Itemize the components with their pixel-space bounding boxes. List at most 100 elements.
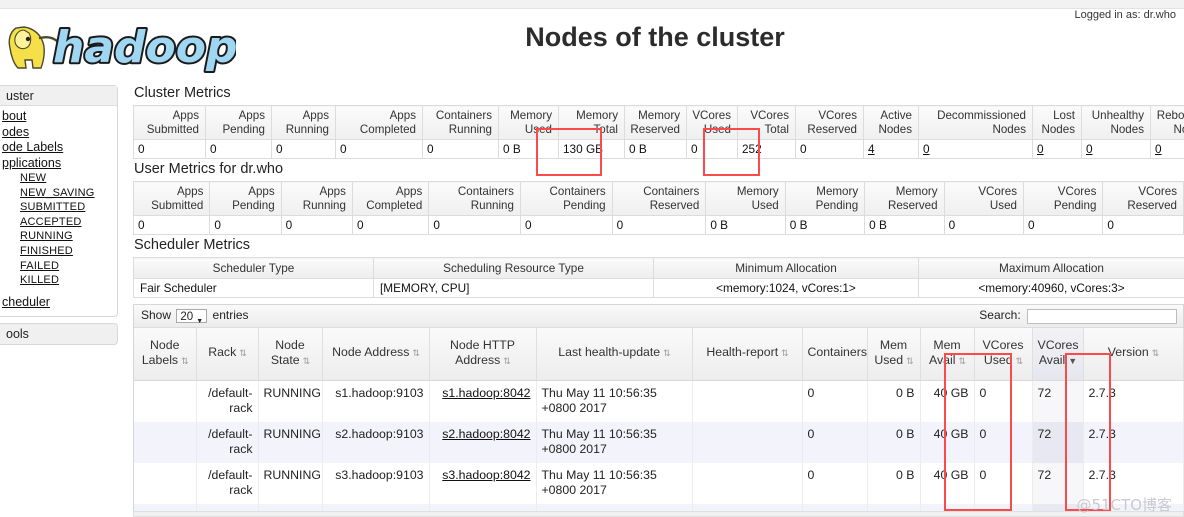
sidebar-item-nodes[interactable]: odes	[0, 125, 117, 141]
col-um-apps-pending[interactable]: Apps Pending	[209, 181, 282, 217]
sort-icon: ⇅	[663, 348, 671, 359]
val-unhealthy-nodes[interactable]: 0	[1081, 139, 1151, 160]
sidebar-item-about[interactable]: bout	[0, 109, 117, 125]
col-vcores-reserved[interactable]: VCores Reserved	[795, 104, 864, 141]
col-last-health-update[interactable]: Last health-update ⇅	[536, 328, 693, 381]
top-strip	[0, 0, 1184, 9]
page-size-value: 20	[180, 311, 194, 324]
sidebar-state-new-saving[interactable]: NEW_SAVING	[18, 186, 117, 201]
col-node-http-address[interactable]: Node HTTP Address ⇅	[429, 328, 537, 381]
col-containers-running[interactable]: Containers Running	[422, 104, 499, 141]
col-um-apps-completed[interactable]: Apps Completed	[351, 181, 430, 217]
col-rebooted-nodes[interactable]: Rebooted Nodes	[1150, 104, 1184, 141]
table-row[interactable]: /default-rack RUNNING s2.hadoop:9103 s2.…	[134, 421, 1184, 463]
hadoop-wordmark: hadoop hadoop	[51, 20, 239, 75]
col-um-vcores-used[interactable]: VCores Used	[943, 181, 1025, 217]
val-um-apps-running: 0	[280, 215, 353, 236]
col-vcores-avail[interactable]: VCores Avail ▼	[1032, 328, 1084, 381]
col-node-state[interactable]: Node State ⇅	[258, 328, 323, 381]
col-mem-used[interactable]: Mem Used ⇅	[867, 328, 921, 381]
col-apps-submitted[interactable]: Apps Submitted	[133, 104, 206, 141]
cell-node-http-address[interactable]: s2.hadoop:8042	[429, 421, 537, 463]
col-version[interactable]: Version ⇅	[1083, 328, 1184, 381]
col-um-apps-submitted[interactable]: Apps Submitted	[132, 181, 211, 217]
page-size-select[interactable]: 20 ▼	[176, 309, 208, 325]
col-lost-nodes[interactable]: Lost Nodes	[1032, 104, 1082, 141]
sidebar-state-running[interactable]: RUNNING	[18, 229, 117, 244]
sort-icon: ⇅	[239, 348, 247, 359]
col-containers[interactable]: Containers⇅	[802, 328, 877, 381]
col-vcores-used[interactable]: VCores Used ⇅	[974, 328, 1033, 381]
sidebar-item-node-labels[interactable]: ode Labels	[0, 140, 117, 156]
col-maximum-allocation: Maximum Allocation	[918, 257, 1184, 280]
col-mem-avail[interactable]: Mem Avail ⇅	[920, 328, 975, 381]
val-um-apps-pending: 0	[209, 215, 282, 236]
col-memory-total[interactable]: Memory Total	[558, 104, 625, 141]
col-node-labels[interactable]: Node Labels ⇅	[134, 328, 197, 381]
cell-node-http-address[interactable]: s1.hadoop:8042	[429, 380, 537, 422]
cell-node-http-address[interactable]: s3.hadoop:8042	[429, 462, 537, 504]
col-um-memory-used[interactable]: Memory Used	[705, 181, 786, 217]
sidebar-state-killed[interactable]: KILLED	[18, 273, 117, 288]
col-memory-used[interactable]: Memory Used	[498, 104, 559, 141]
sidebar-state-finished[interactable]: FINISHED	[18, 244, 117, 259]
cell-version: 2.7.3	[1083, 421, 1184, 463]
val-um-memory-reserved: 0 B	[864, 215, 945, 236]
col-um-vcores-pending[interactable]: VCores Pending	[1022, 181, 1104, 217]
cell-health-report	[692, 462, 803, 504]
val-minimum-allocation: <memory:1024, vCores:1>	[653, 278, 919, 299]
cell-mem-used: 0 B	[867, 421, 921, 463]
col-decommissioned-nodes[interactable]: Decommissioned Nodes	[918, 104, 1033, 141]
sidebar-item-scheduler[interactable]: cheduler	[0, 295, 117, 311]
col-um-vcores-reserved[interactable]: VCores Reserved	[1102, 181, 1184, 217]
node-http-link[interactable]: s1.hadoop:8042	[442, 386, 530, 400]
table-row[interactable]: /default-rack RUNNING s1.hadoop:9103 s1.…	[134, 380, 1184, 422]
node-http-link[interactable]: s3.hadoop:8042	[442, 468, 530, 482]
col-vcores-total[interactable]: VCores Total	[737, 104, 796, 141]
col-um-containers-pending[interactable]: Containers Pending	[519, 181, 613, 217]
search-input[interactable]	[1027, 308, 1177, 324]
col-um-containers-reserved[interactable]: Containers Reserved	[611, 181, 707, 217]
val-apps-running: 0	[271, 139, 336, 160]
col-vcores-used[interactable]: VCores Used	[686, 104, 738, 141]
col-um-apps-running[interactable]: Apps Running	[280, 181, 353, 217]
col-active-nodes[interactable]: Active Nodes	[863, 104, 919, 141]
watermark: @51CTO博客	[1076, 496, 1172, 514]
col-um-memory-pending[interactable]: Memory Pending	[784, 181, 866, 217]
cell-mem-used: 0 B	[867, 380, 921, 422]
cluster-panel: uster bout odes ode Labels pplications N…	[0, 85, 118, 318]
col-rack[interactable]: Rack ⇅	[196, 328, 259, 381]
sidebar-state-accepted[interactable]: ACCEPTED	[18, 215, 117, 230]
sort-desc-icon: ▼	[1068, 355, 1077, 366]
val-rebooted-nodes[interactable]: 0	[1150, 139, 1184, 160]
col-health-report[interactable]: Health-report ⇅	[692, 328, 803, 381]
col-um-containers-running[interactable]: Containers Running	[428, 181, 521, 217]
cluster-metrics-table: Apps Submitted Apps Pending Apps Running…	[133, 104, 1184, 160]
cell-containers: 0	[802, 380, 868, 422]
sidebar-state-failed[interactable]: FAILED	[18, 259, 117, 274]
val-decommissioned-nodes[interactable]: 0	[918, 139, 1033, 160]
table-row[interactable]: /default-rack RUNNING s3.hadoop:9103 s3.…	[134, 462, 1184, 504]
col-memory-reserved[interactable]: Memory Reserved	[624, 104, 687, 141]
col-apps-pending[interactable]: Apps Pending	[205, 104, 272, 141]
cell-mem-used: 0 B	[867, 462, 921, 504]
sidebar-state-new[interactable]: NEW	[18, 171, 117, 186]
sidebar-item-applications[interactable]: pplications	[0, 156, 117, 172]
table-header-row: Scheduler Type Scheduling Resource Type …	[133, 257, 1184, 280]
val-lost-nodes[interactable]: 0	[1032, 139, 1082, 160]
col-apps-completed[interactable]: Apps Completed	[335, 104, 423, 141]
sort-icon: ⇅	[302, 355, 311, 366]
val-memory-used: 0 B	[498, 139, 559, 160]
tools-panel-header[interactable]: ools	[0, 323, 118, 346]
cell-node-labels	[134, 380, 197, 422]
sidebar-state-submitted[interactable]: SUBMITTED	[18, 200, 117, 215]
col-unhealthy-nodes[interactable]: Unhealthy Nodes	[1081, 104, 1151, 141]
col-um-memory-reserved[interactable]: Memory Reserved	[864, 181, 945, 217]
val-memory-total: 130 GB	[558, 139, 625, 160]
hadoop-logo[interactable]: hadoop hadoop	[6, 14, 239, 75]
node-http-link[interactable]: s2.hadoop:8042	[442, 427, 530, 441]
col-node-address[interactable]: Node Address ⇅	[322, 328, 430, 381]
cell-vcores-avail: 72	[1032, 462, 1084, 504]
val-active-nodes[interactable]: 4	[863, 139, 919, 160]
col-apps-running[interactable]: Apps Running	[271, 104, 336, 141]
